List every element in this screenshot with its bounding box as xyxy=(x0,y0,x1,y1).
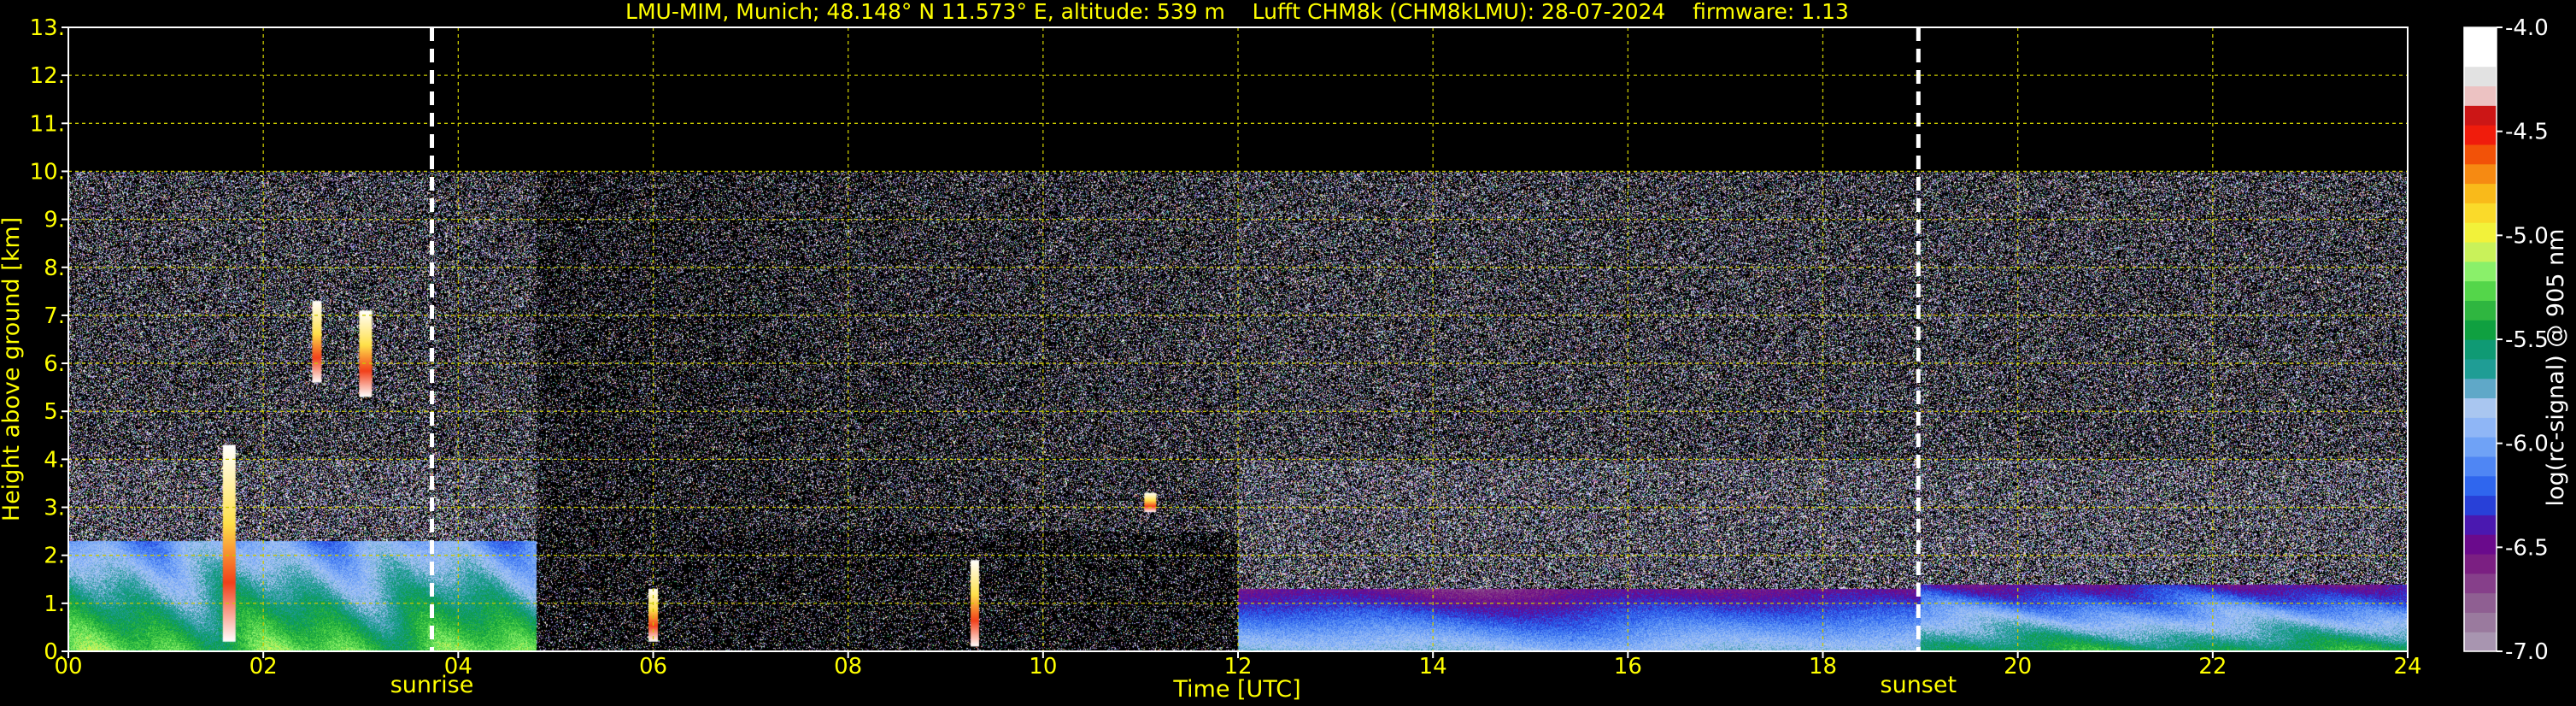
colorbar-segment xyxy=(2464,397,2497,418)
colorbar-segment xyxy=(2464,475,2497,497)
y-tick-label: 13. xyxy=(30,15,65,41)
x-tick-label: 08 xyxy=(834,654,862,680)
y-tick-label: 7. xyxy=(44,303,65,329)
y-tick-label: 9. xyxy=(44,208,65,233)
x-tick-label: 20 xyxy=(2004,654,2032,680)
colorbar-segment xyxy=(2464,515,2497,535)
x-tick-label: 06 xyxy=(639,654,667,680)
colorbar-tick-label: -6.5 xyxy=(2505,535,2549,561)
colorbar-segment xyxy=(2464,163,2497,185)
x-tick-label: 18 xyxy=(1809,654,1837,680)
x-tick-label: 22 xyxy=(2198,654,2227,680)
y-axis-label: Height above ground [km] xyxy=(0,217,25,521)
colorbar-segment xyxy=(2464,417,2497,438)
colorbar-segment xyxy=(2464,534,2497,555)
colorbar-segment xyxy=(2464,378,2497,399)
x-tick-label: 00 xyxy=(54,654,82,680)
y-tick-label: 6. xyxy=(44,351,65,377)
colorbar-segment xyxy=(2464,105,2497,126)
colorbar-segment xyxy=(2464,85,2497,106)
x-tick-label: 14 xyxy=(1419,654,1447,680)
y-tick-label: 1. xyxy=(44,591,65,617)
ceilometer-figure: sunrise sunset 0.1.2.3.4.5.6.7.8.9.10.11.… xyxy=(0,0,2576,706)
colorbar-segment xyxy=(2464,553,2497,574)
y-tick-label: 11. xyxy=(30,111,65,137)
colorbar-segment xyxy=(2464,339,2497,360)
annotation-label-sunset: sunset xyxy=(1881,672,1957,698)
colorbar-tick-label: -4.5 xyxy=(2505,120,2549,145)
x-tick-label: 24 xyxy=(2393,654,2421,680)
colorbar-segment xyxy=(2464,280,2497,301)
colorbar-segment xyxy=(2464,222,2497,243)
colorbar-segment xyxy=(2464,320,2497,340)
x-axis-label: Time [UTC] xyxy=(1172,676,1300,703)
heatmap-raster xyxy=(68,27,2408,651)
colorbar-segment xyxy=(2464,632,2497,652)
colorbar-segment xyxy=(2464,144,2497,165)
colorbar-segment xyxy=(2464,592,2497,613)
colorbar-segment xyxy=(2464,456,2497,477)
colorbar-segment xyxy=(2464,27,2497,48)
colorbar-segment xyxy=(2464,66,2497,87)
colorbar-segment xyxy=(2464,125,2497,145)
colorbar-segment xyxy=(2464,495,2497,515)
colorbar-label: log(rc-signal) @ 905 nm xyxy=(2543,229,2569,507)
x-tick-label: 16 xyxy=(1614,654,1642,680)
x-tick-label: 02 xyxy=(249,654,278,680)
y-tick-label: 8. xyxy=(44,256,65,281)
colorbar-tick-label: -4.0 xyxy=(2505,15,2549,41)
y-tick-label: 2. xyxy=(44,544,65,569)
y-tick-label: 10. xyxy=(30,159,65,185)
y-tick-label: 5. xyxy=(44,399,65,425)
x-tick-label: 10 xyxy=(1029,654,1057,680)
x-tick-label: 04 xyxy=(444,654,472,680)
y-tick-label: 3. xyxy=(44,496,65,521)
colorbar-segment xyxy=(2464,437,2497,457)
colorbar-segment xyxy=(2464,300,2497,321)
y-tick-label: 12. xyxy=(30,63,65,89)
chart-title: LMU-MIM, Munich; 48.148° N 11.573° E, al… xyxy=(625,0,1849,24)
backscatter-heatmap xyxy=(68,27,2408,651)
colorbar-segment xyxy=(2464,241,2497,262)
colorbar-segment xyxy=(2464,46,2497,68)
colorbar-segment xyxy=(2464,612,2497,632)
colorbar-segment xyxy=(2464,261,2497,282)
colorbar-segment xyxy=(2464,358,2497,379)
y-tick-label: 4. xyxy=(44,447,65,473)
colorbar-segment xyxy=(2464,573,2497,594)
colorbar-segment xyxy=(2464,203,2497,223)
colorbar-tick-label: -7.0 xyxy=(2505,639,2549,665)
colorbar-segment xyxy=(2464,183,2497,203)
